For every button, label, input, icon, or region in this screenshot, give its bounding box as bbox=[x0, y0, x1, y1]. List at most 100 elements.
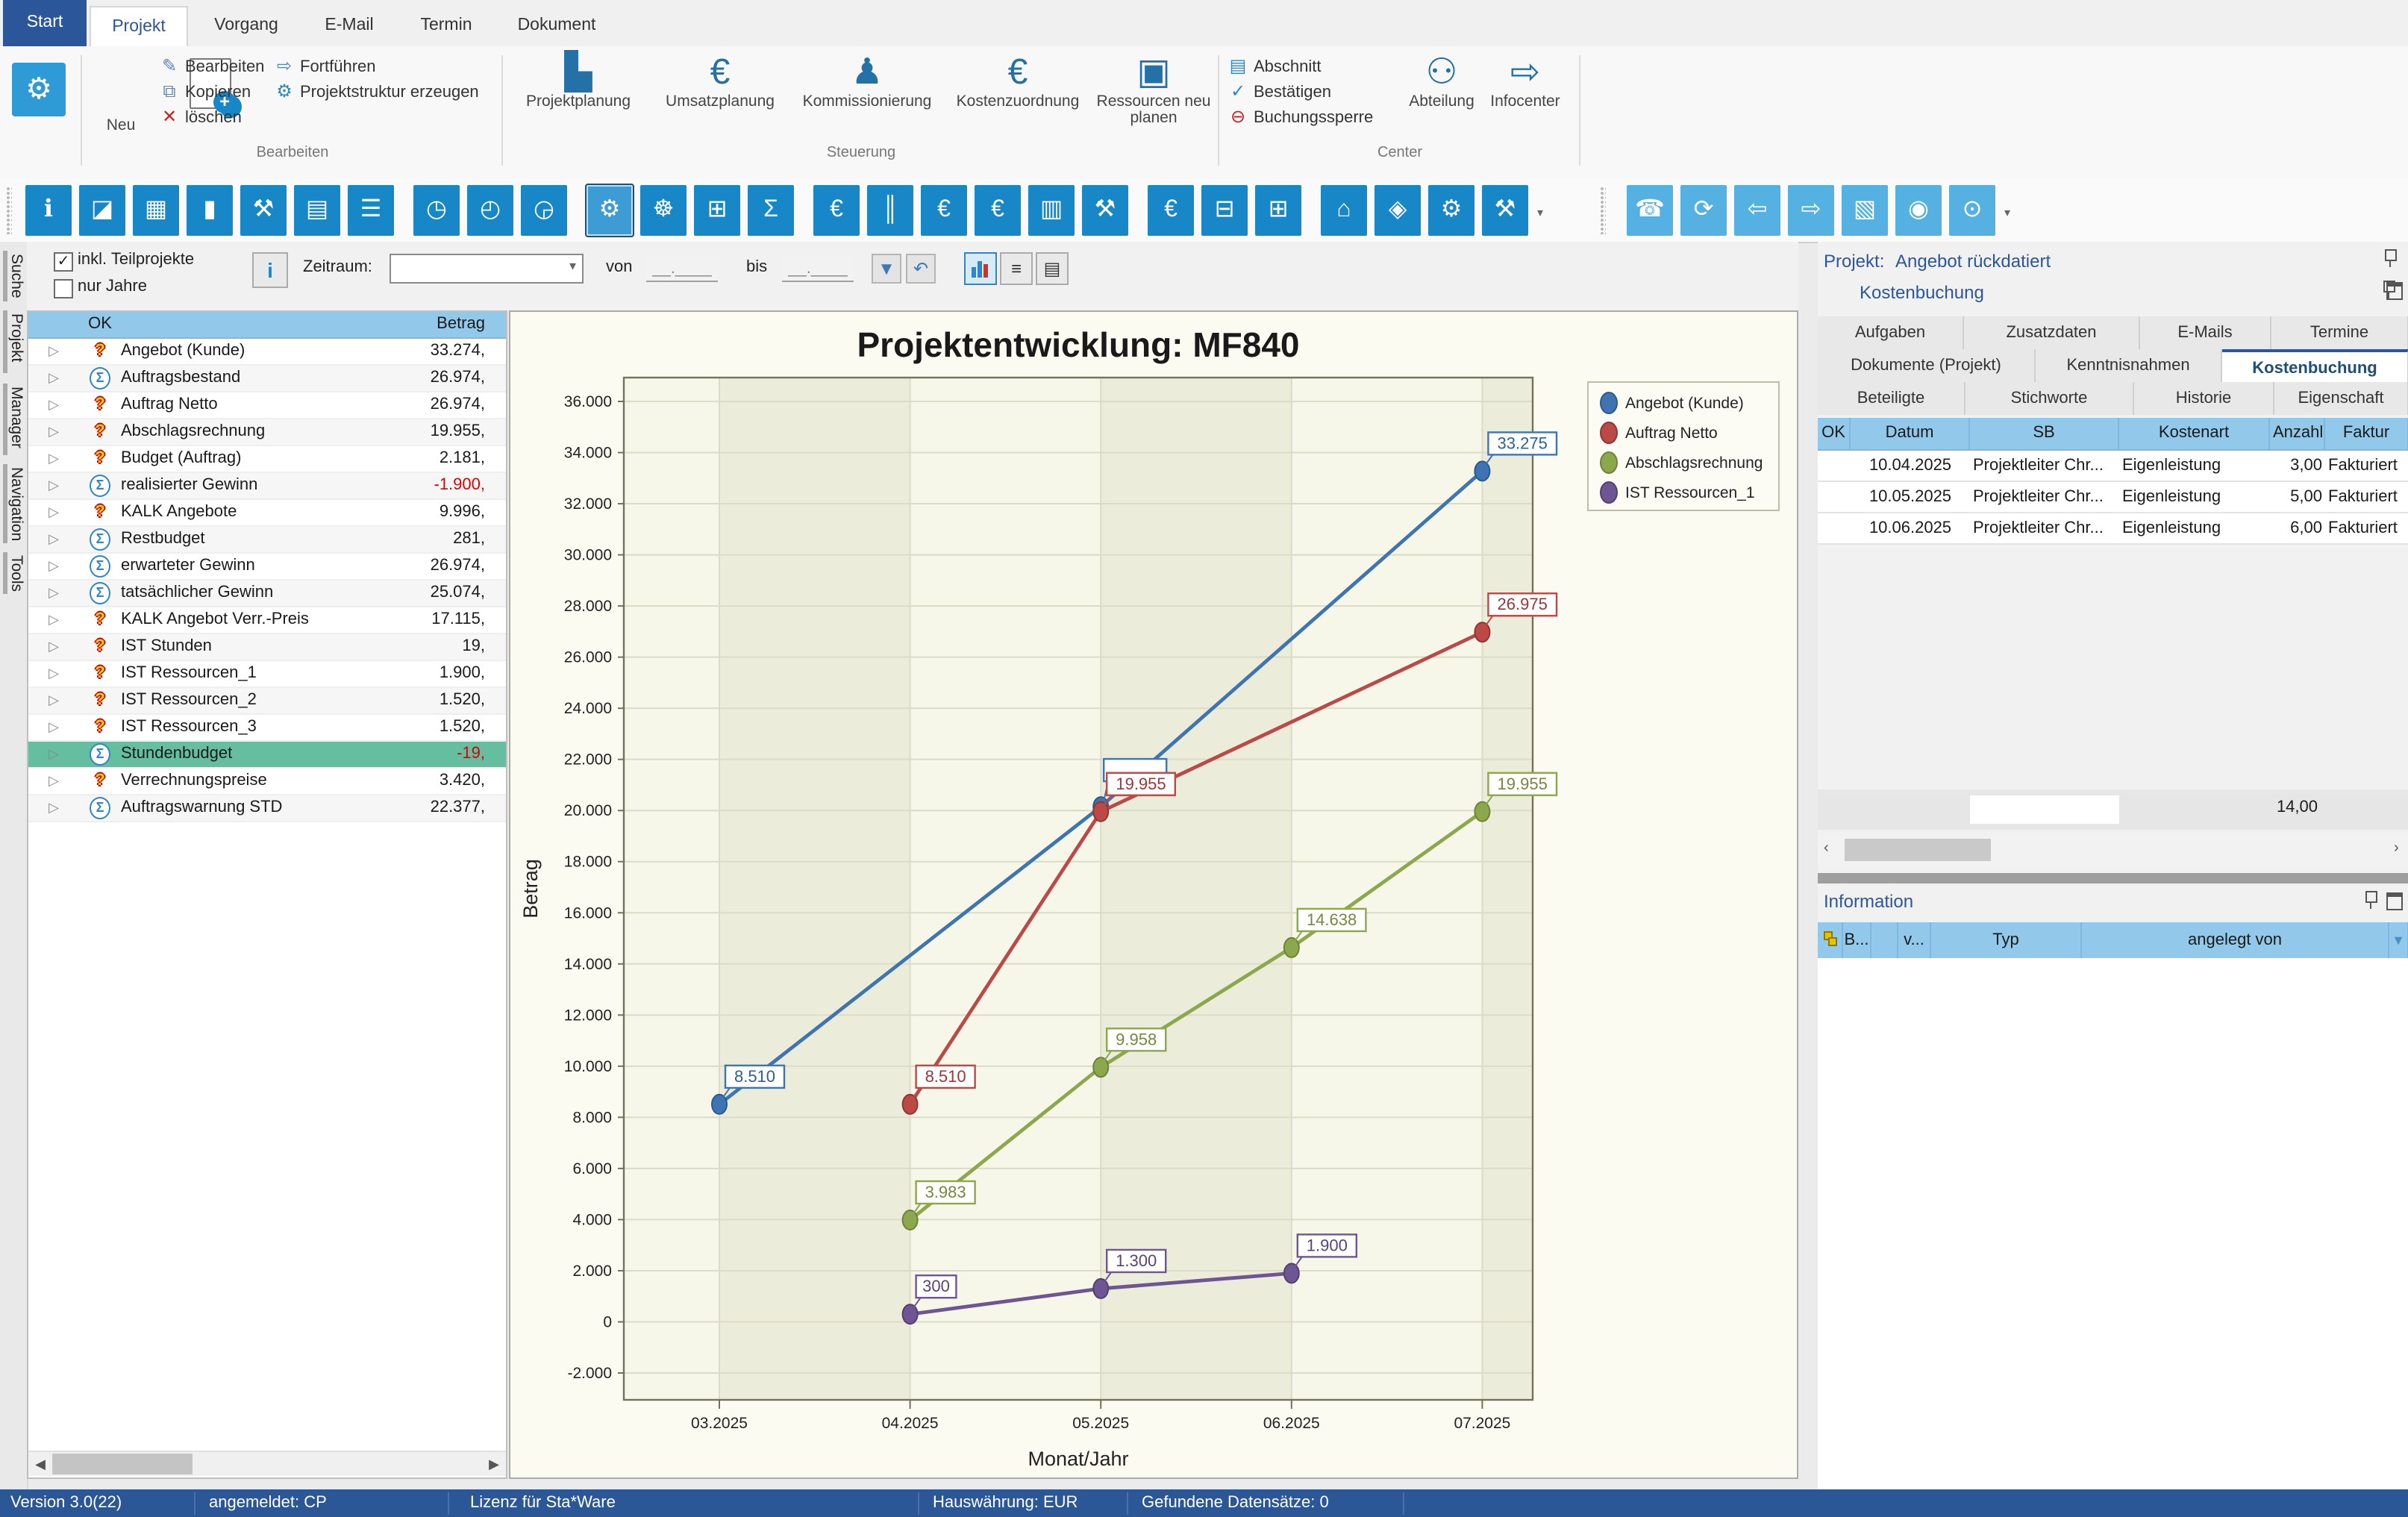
list-view-button[interactable]: ≡ bbox=[1000, 252, 1033, 285]
tree-row[interactable]: ▷?Auftrag Netto26.974, bbox=[28, 392, 506, 419]
ribbon-button-copy[interactable]: ⧉Kopieren bbox=[158, 79, 251, 103]
expander-icon[interactable]: ▷ bbox=[28, 581, 79, 606]
cost-table-row[interactable]: 10.04.2025Projektleiter Chr...Eigenleist… bbox=[1818, 451, 2408, 482]
ribbon-button-commissioning[interactable]: ♟Kommissionierung bbox=[791, 52, 943, 145]
gears-icon[interactable]: ⚙ bbox=[1428, 185, 1474, 236]
expander-icon[interactable]: ▷ bbox=[28, 473, 79, 498]
panel-splitter[interactable] bbox=[1818, 873, 2408, 883]
forward-icon[interactable]: ⇨ bbox=[1788, 185, 1834, 236]
tree-row[interactable]: ▷?IST Stunden19, bbox=[28, 634, 506, 661]
toolbar-overflow-caret[interactable]: ▾ bbox=[2004, 206, 2010, 219]
ribbon-button-confirm[interactable]: ✓Bestätigen bbox=[1227, 79, 1331, 103]
expander-icon[interactable]: ▷ bbox=[28, 661, 79, 686]
back-icon[interactable]: ⇦ bbox=[1734, 185, 1780, 236]
ribbon-tab-vorgang[interactable]: Vorgang bbox=[194, 6, 298, 46]
phone-icon[interactable]: ☎ bbox=[1627, 185, 1673, 236]
cost-col-faktur[interactable]: Faktur bbox=[2325, 418, 2408, 449]
toolbar-overflow-caret[interactable]: ▾ bbox=[1537, 206, 1543, 219]
sum-icon[interactable]: Σ bbox=[748, 185, 794, 236]
expander-icon[interactable]: ▷ bbox=[28, 634, 79, 660]
von-date-input[interactable]: __.____ bbox=[646, 257, 718, 282]
sort-caret-icon[interactable]: ▼ bbox=[2389, 922, 2408, 958]
scroll-left-icon[interactable]: ◀ bbox=[28, 1452, 52, 1476]
info-col-v-[interactable]: v... bbox=[1898, 922, 1931, 958]
toolbar-drag-handle[interactable] bbox=[6, 187, 12, 234]
neu-button[interactable]: + Neu bbox=[87, 51, 155, 146]
tree-header-ok[interactable]: OK bbox=[79, 312, 121, 337]
tab-termine[interactable]: Termine bbox=[2271, 316, 2408, 349]
scroll-right-icon[interactable]: ▶ bbox=[482, 1452, 506, 1476]
person-barcode-icon[interactable]: ▥ bbox=[1028, 185, 1075, 236]
company-icon[interactable]: ▤ bbox=[294, 185, 340, 236]
info-button[interactable]: i bbox=[252, 252, 288, 288]
cost-col-anzahl[interactable]: Anzahl bbox=[2270, 418, 2325, 449]
maximize-icon[interactable] bbox=[2386, 282, 2403, 300]
ribbon-button-project-planning[interactable]: ▙Projektplanung bbox=[507, 52, 649, 145]
cost-table-row[interactable]: 10.05.2025Projektleiter Chr...Eigenleist… bbox=[1818, 482, 2408, 513]
filter-button[interactable]: ▼ bbox=[872, 254, 901, 284]
info-col-typ[interactable]: Typ bbox=[1931, 922, 2082, 958]
sidebar-tab-manager[interactable]: Manager bbox=[0, 384, 27, 455]
ribbon-button-delete[interactable]: ✕löschen bbox=[158, 104, 242, 128]
person-time-icon[interactable]: ◴ bbox=[467, 185, 513, 236]
expander-icon[interactable]: ▷ bbox=[28, 554, 79, 579]
scroll-right-icon[interactable]: › bbox=[2394, 840, 2399, 857]
expander-icon[interactable]: ▷ bbox=[28, 527, 79, 552]
sidebar-tab-navigation[interactable]: Navigation bbox=[0, 464, 27, 543]
info-col-blank[interactable] bbox=[1871, 922, 1898, 958]
spreadsheet-icon[interactable]: ⊞ bbox=[694, 185, 740, 236]
search-icon[interactable]: ◉ bbox=[1895, 185, 1942, 236]
tree-row[interactable]: ▷?KALK Angebote9.996, bbox=[28, 500, 506, 527]
zeitraum-select[interactable]: ▾ bbox=[390, 254, 584, 284]
expander-icon[interactable]: ▷ bbox=[28, 500, 79, 525]
tab-aufgaben[interactable]: Aufgaben bbox=[1818, 316, 1964, 349]
tab-dokumente-projekt-[interactable]: Dokumente (Projekt) bbox=[1818, 349, 2036, 382]
forklift-icon[interactable]: ⊞ bbox=[1255, 185, 1301, 236]
expander-icon[interactable]: ▷ bbox=[28, 688, 79, 713]
pin-icon[interactable] bbox=[2383, 249, 2397, 267]
ribbon-button-replan-resources[interactable]: ▣Ressourcen neu planen bbox=[1092, 52, 1215, 145]
project-evaluation-icon[interactable]: ☸ bbox=[640, 185, 687, 236]
pin-icon[interactable] bbox=[2364, 891, 2377, 909]
tree-row[interactable]: ▷?IST Ressourcen_31.520, bbox=[28, 715, 506, 742]
document-refresh-icon[interactable]: ⟳ bbox=[1680, 185, 1727, 236]
toolbar-drag-handle-2[interactable] bbox=[1600, 187, 1606, 234]
tree-header[interactable]: OK Betrag bbox=[28, 312, 506, 339]
ribbon-button-cost-assignment[interactable]: €Kostenzuordnung bbox=[943, 52, 1092, 145]
tree-row[interactable]: ▷Σerwarteter Gewinn26.974, bbox=[28, 554, 506, 581]
scroll-left-icon[interactable]: ‹ bbox=[1824, 840, 1829, 857]
cost-horizontal-scrollbar[interactable]: ‹ › bbox=[1818, 836, 2408, 866]
print-view-button[interactable]: ▤ bbox=[1036, 252, 1069, 285]
expander-icon[interactable]: ▷ bbox=[28, 795, 79, 821]
print-icon[interactable]: ☰ bbox=[348, 185, 394, 236]
information-table-header[interactable]: B... v...Typangelegt von▼ bbox=[1818, 922, 2408, 958]
new-appointment-icon[interactable]: ◷ bbox=[413, 185, 460, 236]
person-task-icon[interactable]: ⚒ bbox=[240, 185, 287, 236]
tree-row[interactable]: ▷?IST Ressourcen_11.900, bbox=[28, 661, 506, 688]
euro-coins-icon[interactable]: € bbox=[921, 185, 967, 236]
expander-icon[interactable]: ▷ bbox=[28, 715, 79, 740]
bank-euro-icon[interactable]: ⌂ bbox=[1321, 185, 1367, 236]
tab-kenntnisnahmen[interactable]: Kenntnisnahmen bbox=[2036, 349, 2222, 382]
info-col-angelegt-von[interactable]: angelegt von bbox=[2082, 922, 2389, 958]
contact-info-icon[interactable]: ℹ bbox=[25, 185, 72, 236]
euro-alert-icon[interactable]: € bbox=[975, 185, 1021, 236]
sidebar-tab-suche[interactable]: Suche bbox=[0, 251, 27, 301]
ribbon-tab-start[interactable]: Start bbox=[3, 0, 87, 46]
cost-col-kostenart[interactable]: Kostenart bbox=[2119, 418, 2270, 449]
tree-row[interactable]: ▷?Angebot (Kunde)33.274, bbox=[28, 339, 506, 366]
bis-date-input[interactable]: __.____ bbox=[782, 257, 854, 282]
tools-icon[interactable]: ⚒ bbox=[1482, 185, 1528, 236]
tab-beteiligte[interactable]: Beteiligte bbox=[1818, 382, 1966, 415]
app-settings-button[interactable]: ⚙ bbox=[12, 63, 66, 116]
time-evaluation-icon[interactable]: ◶ bbox=[521, 185, 567, 236]
expander-icon[interactable]: ▷ bbox=[28, 366, 79, 391]
sidebar-tab-tools[interactable]: Tools bbox=[0, 552, 27, 594]
tab-stichworte[interactable]: Stichworte bbox=[1966, 382, 2134, 415]
expander-icon[interactable]: ▷ bbox=[28, 339, 79, 364]
info-col-b-[interactable]: B... bbox=[1843, 922, 1871, 958]
scrollbar-thumb[interactable] bbox=[1845, 839, 1991, 861]
project-development-chart[interactable]: -2.00002.0004.0006.0008.00010.00012.0001… bbox=[510, 312, 1797, 1477]
power-icon[interactable]: ⊙ bbox=[1949, 185, 1995, 236]
inkl-teilprojekte-checkbox[interactable]: ✓ bbox=[54, 252, 73, 272]
